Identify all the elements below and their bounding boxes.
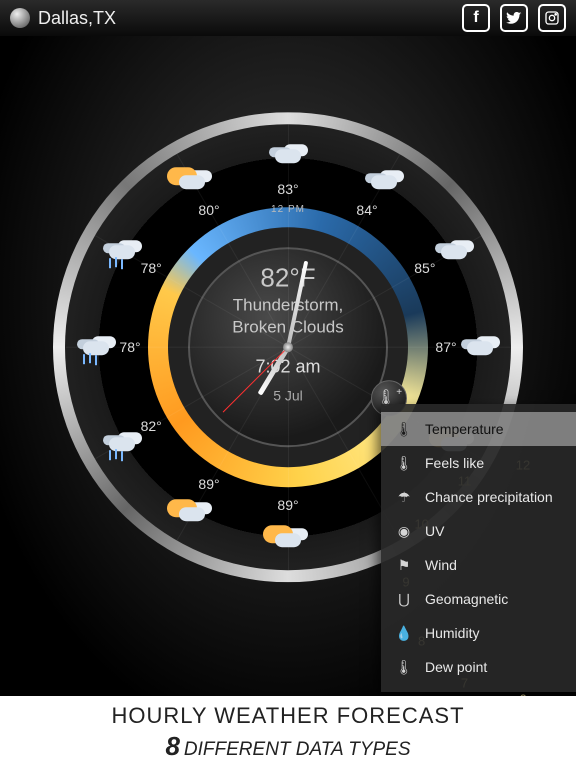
menu-item-label: Geomagnetic [425,591,508,607]
menu-item-label: Wind [425,557,457,573]
hourly-weather-icon [75,333,117,361]
menu-item-label: Temperature [425,421,504,437]
hourly-temp: 78° [119,339,140,355]
hourly-temp: 89° [277,497,298,513]
hourly-temp: 80° [198,202,219,218]
hourly-temp: 85° [414,260,435,276]
menu-item-icon: ⋃ [395,590,413,608]
current-temp: 82°F [232,263,344,294]
data-type-menu: 🌡 Temperature 🌡 Feels like ☂ Chance precipita… [381,404,576,692]
menu-item-icon: 🌡 [395,658,413,676]
hourly-weather-icon [267,141,309,169]
menu-item-icon: 🌡 [395,454,413,472]
top-bar: Dallas,TX f [0,0,576,36]
menu-item[interactable]: ☂ Chance precipitation [381,480,576,514]
hourly-weather-icon [459,333,501,361]
current-time: 7:02 am [232,357,344,378]
hourly-temp: 82° [141,418,162,434]
menu-item[interactable]: 🌡 Temperature [381,412,576,446]
current-cond-1: Thunderstorm, [232,296,344,316]
hourly-weather-icon [171,499,213,527]
menu-item[interactable]: ◉ UV [381,514,576,548]
caption-line-1: HOURLY WEATHER FORECAST [111,703,464,729]
menu-item[interactable]: 🌡 Feels like [381,446,576,480]
hourly-temp: 87° [435,339,456,355]
hourly-temp: 84° [356,202,377,218]
instagram-icon[interactable] [538,4,566,32]
current-date: 5 Jul [232,388,344,404]
menu-item-label: Chance precipitation [425,489,553,505]
menu-item[interactable]: ⚑ Wind [381,548,576,582]
menu-item-icon: 🌡 [395,420,413,438]
menu-item-icon: ◉ [395,522,413,540]
hourly-weather-icon [363,167,405,195]
hourly-temp: 89° [198,476,219,492]
noon-label: 12 PM [271,204,305,215]
hourly-weather-icon [171,167,213,195]
menu-item-icon: ⚑ [395,556,413,574]
weather-stage: 121234567891011 83°84°85°87°89°89°82°78°… [0,36,576,696]
menu-item-icon: 💧 [395,624,413,642]
menu-item-label: Dew point [425,659,487,675]
hourly-weather-icon [267,525,309,553]
menu-item[interactable]: 💧 Humidity [381,616,576,650]
hourly-weather-icon [101,429,143,457]
hourly-temp: 78° [141,260,162,276]
menu-item-label: Feels like [425,455,484,471]
location-label[interactable]: Dallas,TX [38,8,116,29]
caption-bar: HOURLY WEATHER FORECAST 8DIFFERENT DATA … [0,696,576,768]
menu-item-label: Humidity [425,625,479,641]
hourly-temp: 83° [277,181,298,197]
facebook-icon[interactable]: f [462,4,490,32]
caption-line-2: 8DIFFERENT DATA TYPES [165,731,410,762]
menu-item[interactable]: ⋃ Geomagnetic [381,582,576,616]
globe-icon[interactable] [10,8,30,28]
center-pin [283,342,293,352]
menu-item-icon: ☂ [395,488,413,506]
menu-item[interactable]: 🌡 Dew point [381,650,576,684]
twitter-icon[interactable] [500,4,528,32]
menu-item-label: UV [425,523,444,539]
hourly-weather-icon [433,237,475,265]
hourly-weather-icon [101,237,143,265]
